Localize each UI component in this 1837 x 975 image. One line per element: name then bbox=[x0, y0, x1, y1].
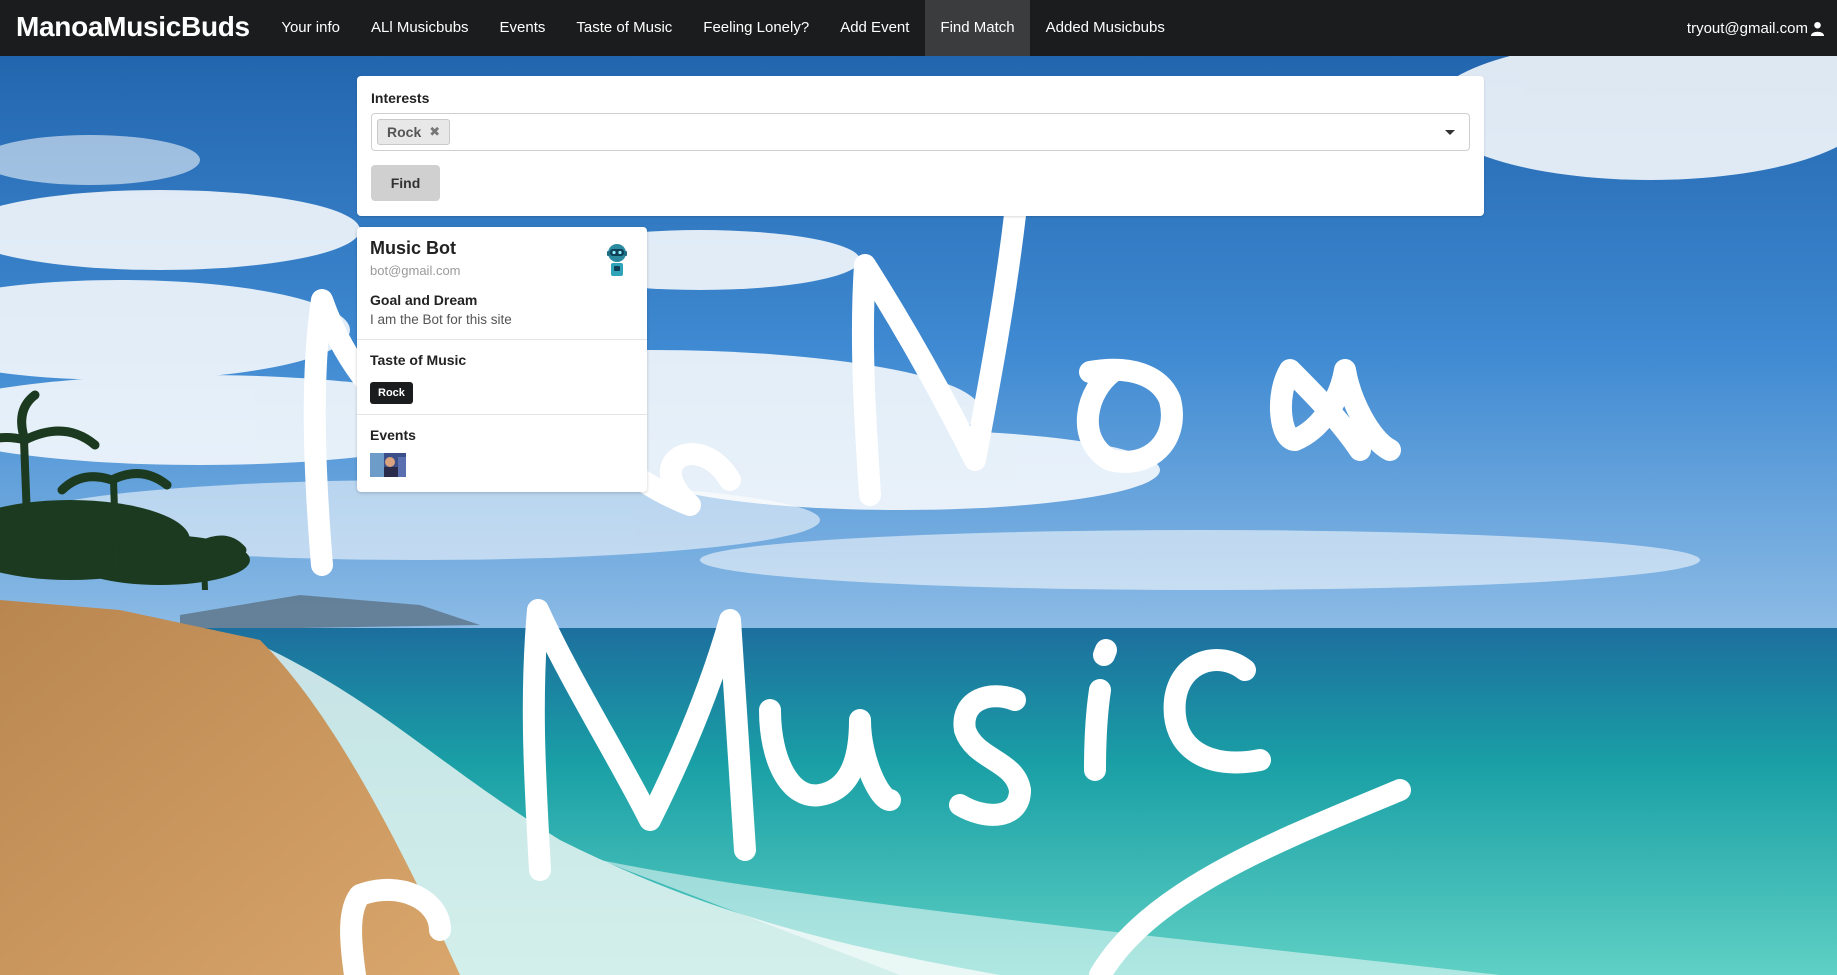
user-menu[interactable]: tryout@gmail.com bbox=[1687, 0, 1837, 56]
brand-logo[interactable]: ManoaMusicBuds bbox=[0, 0, 266, 56]
interests-label: Interests bbox=[371, 90, 430, 106]
robot-icon bbox=[607, 244, 627, 276]
nav-all-musicbubs[interactable]: ALl Musicbubs bbox=[356, 0, 485, 56]
nav-events[interactable]: Events bbox=[484, 0, 561, 56]
dropdown-caret-icon[interactable] bbox=[1445, 130, 1455, 135]
user-email: tryout@gmail.com bbox=[1686, 19, 1808, 37]
music-tag[interactable]: Rock bbox=[370, 382, 413, 404]
remove-chip-icon[interactable]: ✖ bbox=[429, 124, 440, 140]
interests-dropdown[interactable]: Rock ✖ bbox=[371, 113, 1470, 151]
nav-added-musicbubs[interactable]: Added Musicbubs bbox=[1030, 0, 1180, 56]
goal-text: I am the Bot for this site bbox=[370, 312, 512, 327]
interest-chip-label: Rock bbox=[387, 124, 422, 140]
nav-add-event[interactable]: Add Event bbox=[825, 0, 925, 56]
taste-title: Taste of Music bbox=[370, 352, 467, 368]
events-title: Events bbox=[370, 427, 416, 443]
nav-find-match[interactable]: Find Match bbox=[924, 0, 1031, 56]
events-section: Events bbox=[357, 415, 647, 489]
find-button[interactable]: Find bbox=[371, 165, 440, 201]
card-header: Music Bot bot@gmail.com Goal and Dream I… bbox=[357, 227, 647, 340]
profile-name: Music Bot bbox=[370, 238, 457, 258]
user-icon bbox=[1810, 21, 1825, 36]
profile-email: bot@gmail.com bbox=[370, 263, 461, 278]
nav-your-info[interactable]: Your info bbox=[266, 0, 356, 56]
profile-card: Music Bot bot@gmail.com Goal and Dream I… bbox=[357, 227, 647, 492]
goal-title: Goal and Dream bbox=[370, 292, 478, 308]
event-thumbnail[interactable] bbox=[370, 453, 406, 477]
top-navbar: ManoaMusicBuds Your info ALl Musicbubs E… bbox=[0, 0, 1837, 56]
nav-taste-of-music[interactable]: Taste of Music bbox=[561, 0, 688, 56]
find-match-form: Interests Rock ✖ Find bbox=[357, 76, 1484, 216]
nav-feeling-lonely[interactable]: Feeling Lonely? bbox=[688, 0, 825, 56]
interest-chip-rock: Rock ✖ bbox=[377, 119, 451, 145]
taste-section: Taste of Music Rock bbox=[357, 340, 647, 415]
